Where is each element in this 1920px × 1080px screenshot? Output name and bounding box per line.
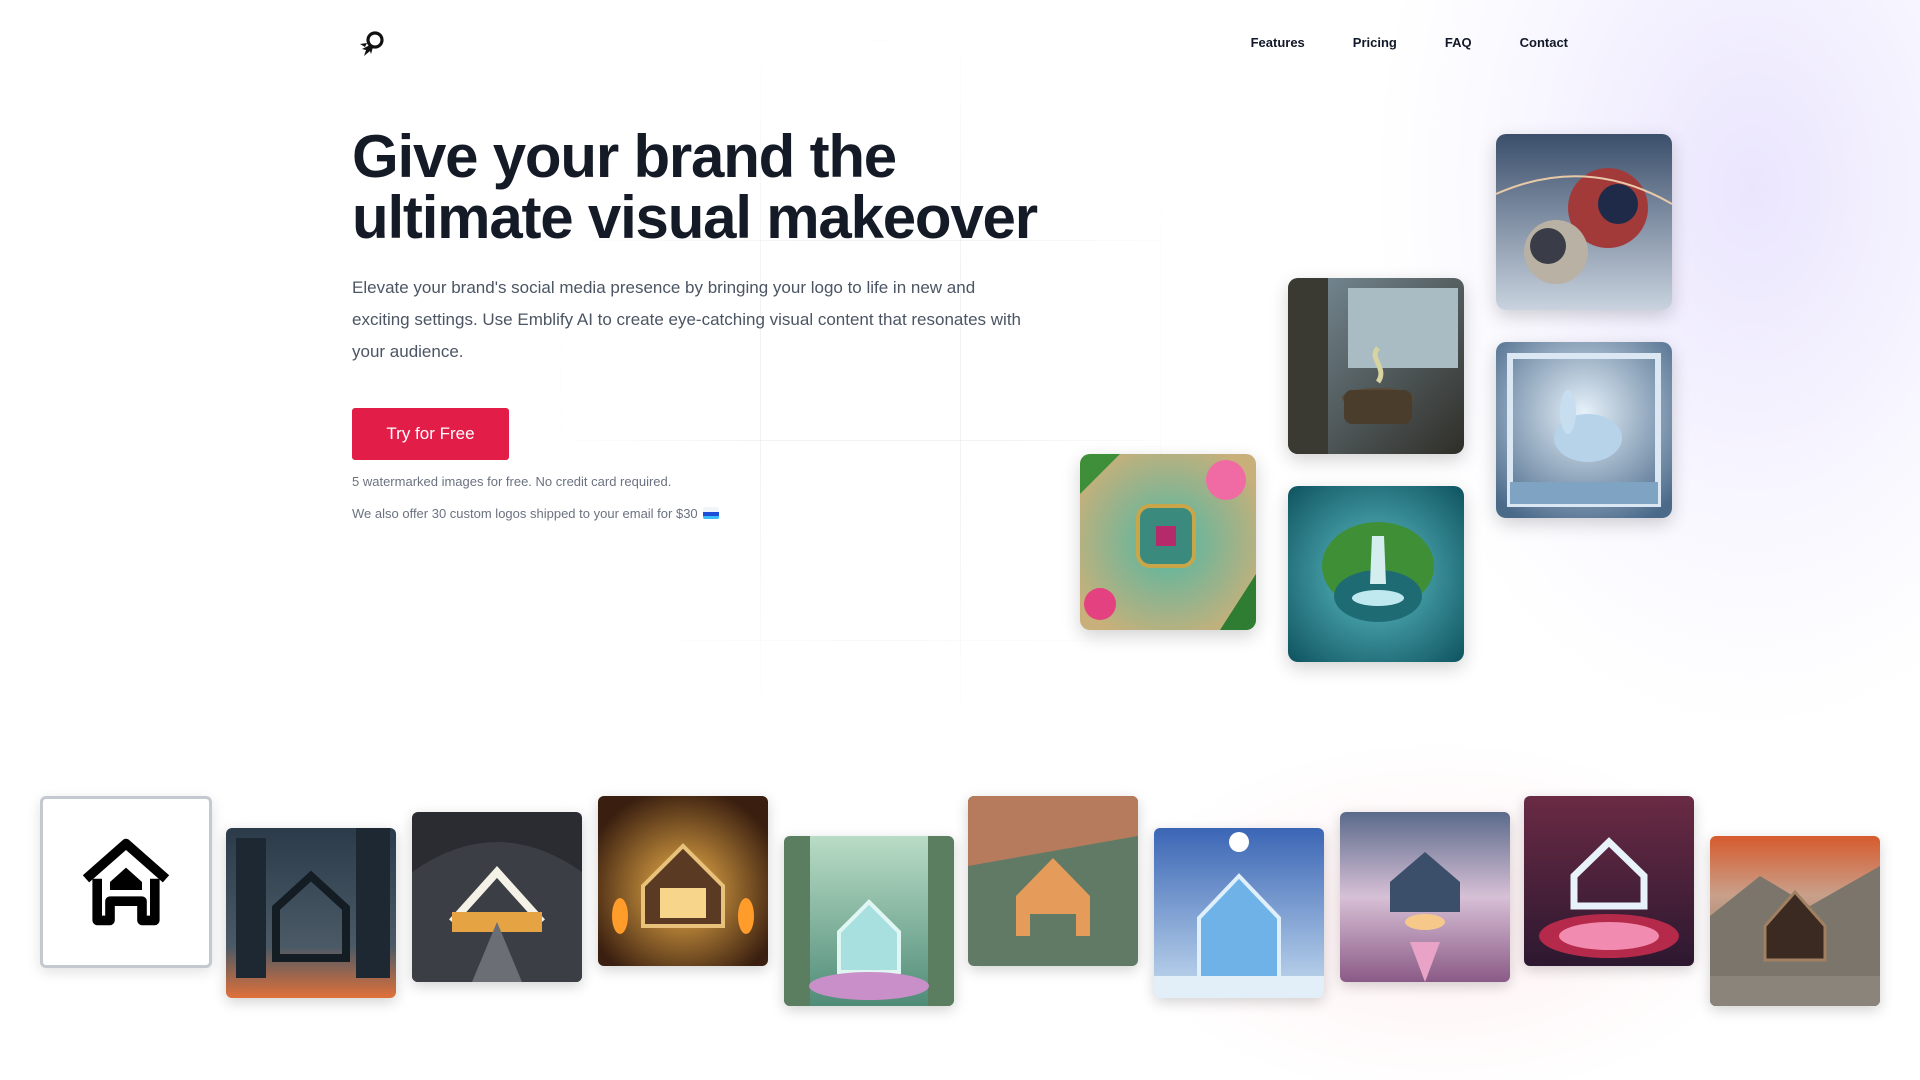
hero-subtitle: Elevate your brand's social media presen… xyxy=(352,278,1022,361)
coffee-cup-window-image xyxy=(1288,278,1464,454)
mountain-temple-house-image xyxy=(1710,836,1880,1006)
blossom-valley-house-image xyxy=(1340,812,1510,982)
hero-title-line2: ultimate visual makeover xyxy=(352,184,1038,251)
offer-note: We also offer 30 custom logos shipped to… xyxy=(352,506,719,521)
cabin-fireplace-house-image xyxy=(598,796,768,966)
forest-light-house-image xyxy=(784,836,954,1006)
crystal-rabbit-frame-image xyxy=(1496,342,1672,518)
planets-sky-image xyxy=(1496,134,1672,310)
stadium-house-image xyxy=(1524,796,1694,966)
nav-features-link[interactable]: Features xyxy=(1251,35,1305,50)
nav-faq-link[interactable]: FAQ xyxy=(1445,35,1472,50)
try-for-free-button[interactable]: Try for Free xyxy=(352,408,509,460)
nav-pricing-link[interactable]: Pricing xyxy=(1353,35,1397,50)
hero-title-line1: Give your brand the xyxy=(352,123,897,190)
aerial-city-house-image xyxy=(968,796,1138,966)
main-nav: Features Pricing FAQ Contact xyxy=(1251,35,1568,50)
island-waterfall-image xyxy=(1288,486,1464,662)
ship-icon xyxy=(702,507,719,519)
subway-tunnel-house-image xyxy=(412,812,582,982)
free-note: 5 watermarked images for free. No credit… xyxy=(352,474,672,489)
offer-note-text: We also offer 30 custom logos shipped to… xyxy=(352,506,698,521)
rocket-logo-icon[interactable] xyxy=(356,30,386,60)
tropical-chip-image xyxy=(1080,454,1256,630)
nav-contact-link[interactable]: Contact xyxy=(1520,35,1568,50)
hero-title: Give your brand the ultimate visual make… xyxy=(352,126,1052,248)
ice-crystal-house-image xyxy=(1154,828,1324,998)
city-sunset-house-image xyxy=(226,828,396,998)
house-logo-original xyxy=(40,796,212,968)
